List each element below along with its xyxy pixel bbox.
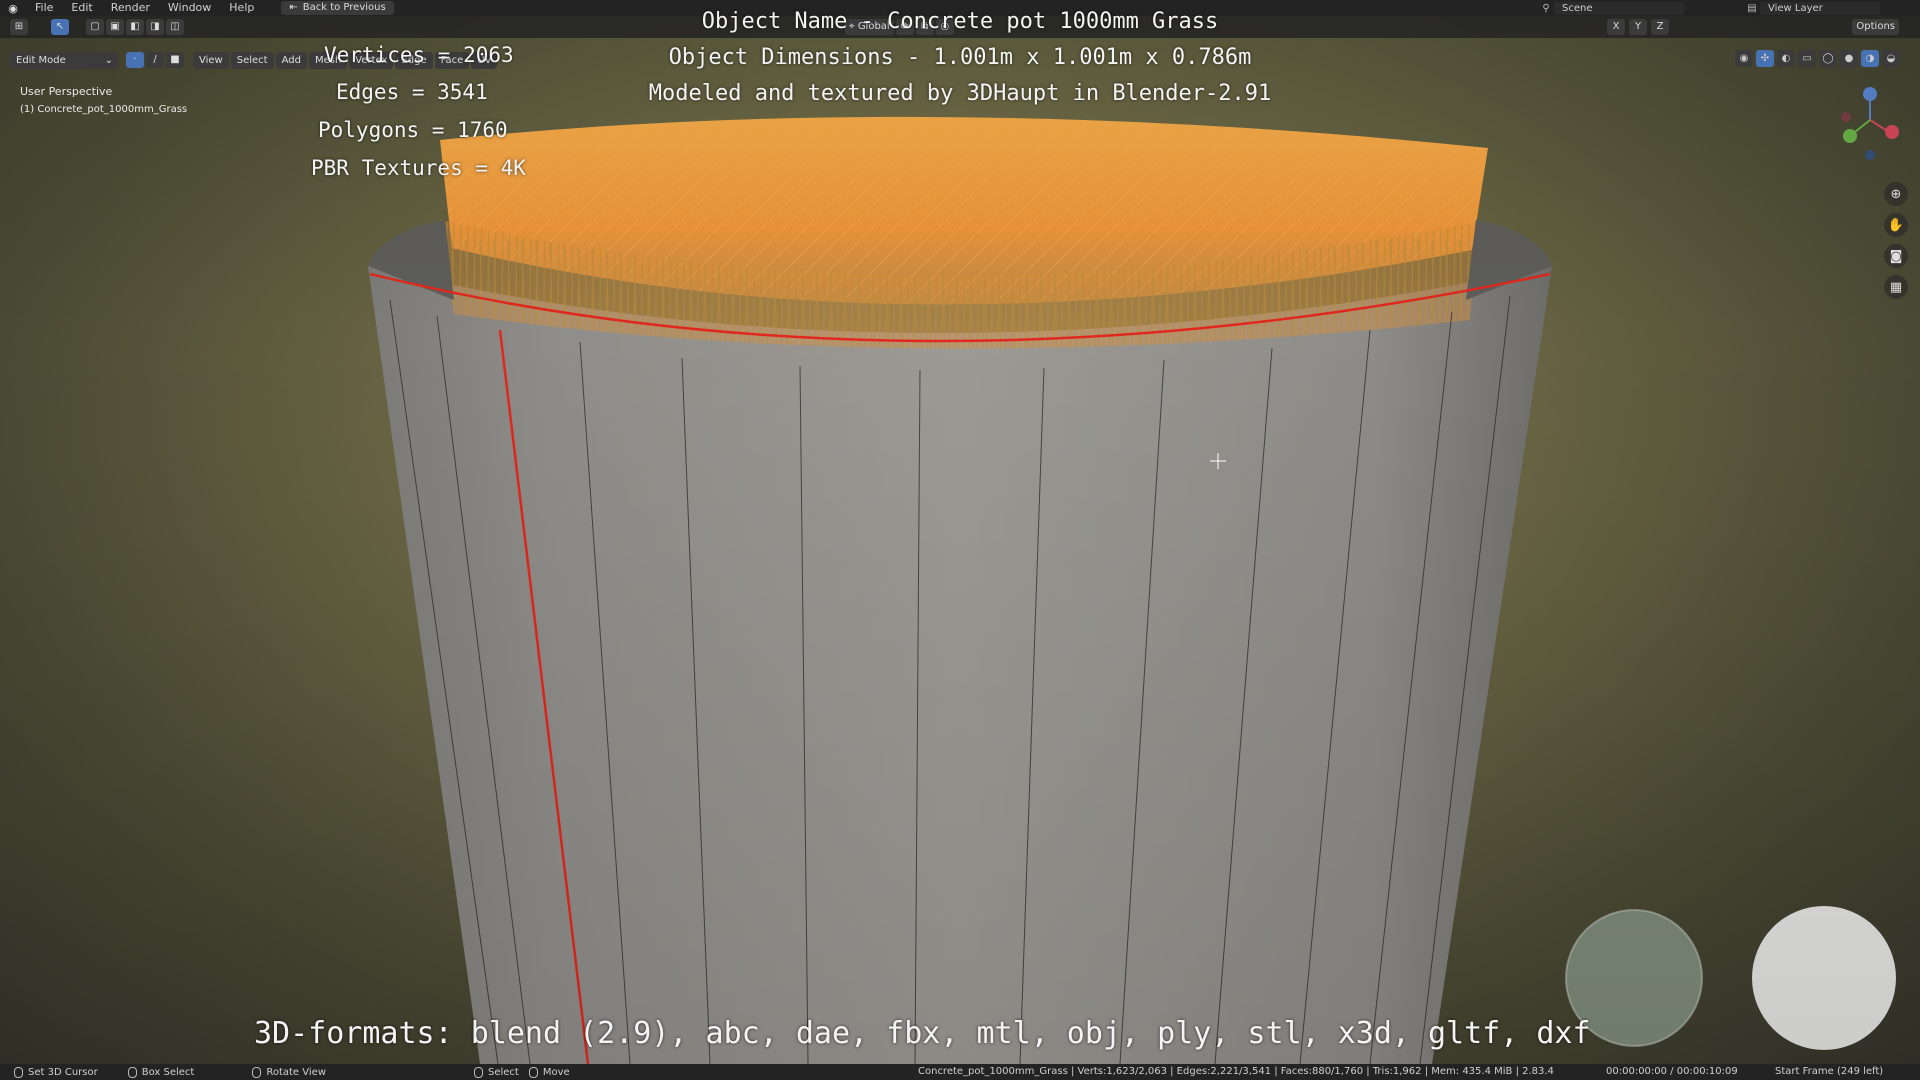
object-name-caption: Object Name - Concrete pot 1000mm Grass <box>701 9 1219 34</box>
polygons-caption: Polygons = 1760 <box>318 118 508 142</box>
hint-select: Select <box>474 1066 519 1078</box>
ortho-grid-icon[interactable]: ▦ <box>1884 275 1908 299</box>
credit-caption: Modeled and textured by 3DHaupt in Blend… <box>648 81 1272 106</box>
3d-viewport[interactable]: ⊕ ✋ ◙ ▦ <box>0 16 1920 1064</box>
hint-set-3d-cursor: Set 3D Cursor <box>14 1066 98 1078</box>
frame-info: Start Frame (249 left) <box>1775 1066 1884 1077</box>
hint-move: Move <box>528 1066 570 1078</box>
hint-box-select: Box Select <box>127 1066 194 1078</box>
pan-hand-icon[interactable]: ✋ <box>1884 213 1908 237</box>
status-bar: Set 3D Cursor Box Select Rotate View Sel… <box>0 1064 1920 1080</box>
zoom-icon[interactable]: ⊕ <box>1884 182 1908 206</box>
hint-rotate-view: Rotate View <box>252 1066 326 1078</box>
textures-caption: PBR Textures = 4K <box>311 156 526 180</box>
viewport-scene <box>368 87 1899 1064</box>
formats-caption: 3D-formats: blend (2.9), abc, dae, fbx, … <box>254 1016 1591 1051</box>
3d-cursor-icon <box>1210 453 1226 469</box>
vertices-caption: Vertices = 2063 <box>324 43 514 67</box>
mouse-right-drag-icon <box>528 1066 538 1078</box>
mouse-right-icon <box>474 1066 483 1078</box>
camera-icon[interactable]: ◙ <box>1884 244 1908 268</box>
scene-statistics: Concrete_pot_1000mm_Grass | Verts:1,623/… <box>918 1066 1554 1077</box>
mouse-drag-icon <box>127 1066 137 1078</box>
object-dimensions-caption: Object Dimensions - 1.001m x 1.001m x 0.… <box>668 45 1252 70</box>
pot-body <box>368 266 1552 1064</box>
timecode-readout: 00:00:00:00 / 00:00:10:09 <box>1606 1066 1738 1077</box>
diffuse-sphere-preview <box>1752 906 1896 1050</box>
edges-caption: Edges = 3541 <box>336 80 488 104</box>
mouse-middle-icon <box>252 1066 262 1078</box>
mouse-left-icon <box>14 1066 23 1078</box>
